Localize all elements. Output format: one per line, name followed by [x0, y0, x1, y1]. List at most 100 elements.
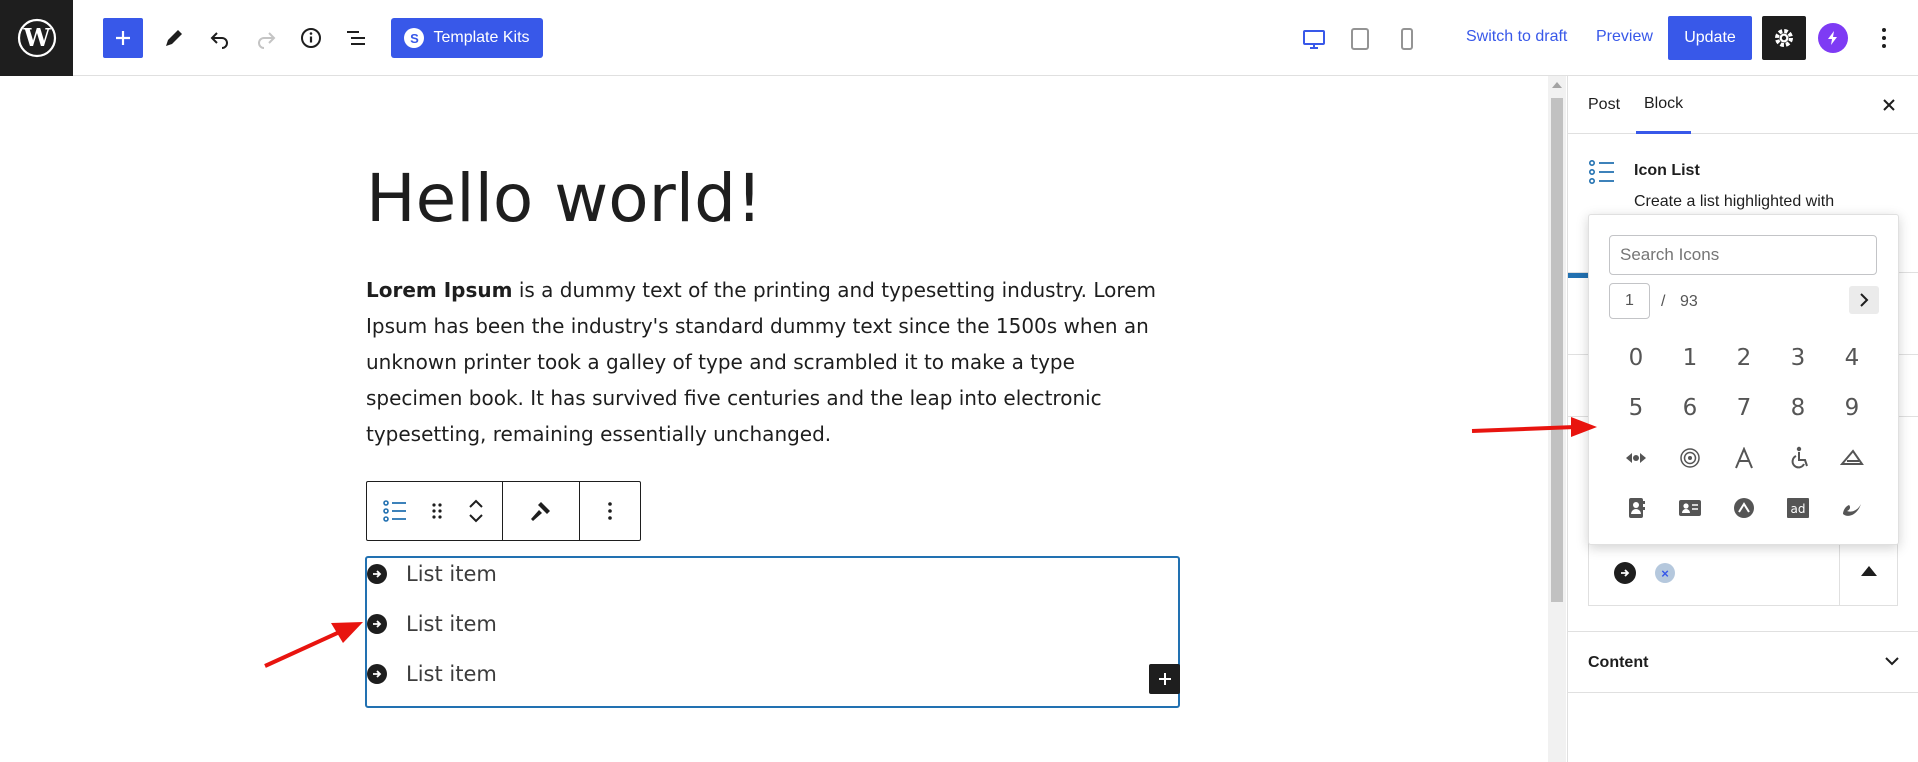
- list-item[interactable]: List item: [367, 612, 497, 636]
- block-style-button[interactable]: [503, 482, 579, 540]
- details-button[interactable]: [297, 24, 325, 52]
- more-vertical-icon: [608, 502, 612, 520]
- total-pages: 93: [1680, 293, 1698, 310]
- block-card-description: Create a list highlighted with: [1634, 193, 1835, 210]
- five-hundred-px-icon[interactable]: [1663, 433, 1717, 483]
- undo-button[interactable]: [206, 24, 234, 52]
- document-overview-button[interactable]: [342, 24, 370, 52]
- mobile-icon: [1401, 28, 1413, 50]
- template-kits-button[interactable]: S Template Kits: [391, 18, 543, 58]
- template-kits-logo-icon: S: [404, 28, 425, 48]
- preview-button[interactable]: Preview: [1596, 28, 1653, 46]
- tab-post[interactable]: Post: [1588, 76, 1620, 134]
- arrow-circle-right-icon: [1614, 562, 1636, 584]
- icon-list-block-icon: [1588, 159, 1614, 184]
- plus-icon: [1158, 673, 1171, 685]
- brush-icon: [531, 502, 550, 521]
- move-up-down-buttons[interactable]: [451, 482, 501, 540]
- accusoft-icon[interactable]: [1825, 433, 1879, 483]
- more-vertical-icon: [1882, 28, 1886, 48]
- arrow-circle-right-icon: [367, 664, 387, 684]
- svg-text:W: W: [22, 23, 51, 52]
- pencil-icon: [166, 30, 182, 46]
- list-item-text: List item: [406, 612, 497, 636]
- selected-icon-field[interactable]: ×: [1588, 536, 1898, 606]
- options-button[interactable]: [1870, 24, 1898, 52]
- block-toolbar: [366, 481, 641, 541]
- icon-option[interactable]: 6: [1663, 383, 1717, 433]
- list-item-text: List item: [406, 662, 497, 686]
- scroll-up-arrow-icon[interactable]: [1552, 82, 1562, 88]
- chevron-down-icon: [1883, 652, 1901, 675]
- block-type-button[interactable]: [367, 482, 423, 540]
- paragraph-text: is a dummy text of the printing and type…: [366, 278, 1156, 446]
- wordpress-logo-button[interactable]: W: [0, 0, 73, 76]
- sidebar-tabs: Post Block: [1568, 76, 1918, 134]
- block-card-icon: [1588, 158, 1616, 191]
- svg-text:ad: ad: [1791, 502, 1806, 516]
- block-card-title: Icon List: [1634, 162, 1700, 179]
- paragraph-bold-text: Lorem Ipsum: [366, 278, 513, 302]
- page-number-input[interactable]: 1: [1609, 283, 1650, 319]
- icon-option[interactable]: 5: [1609, 383, 1663, 433]
- content-panel[interactable]: Content: [1568, 631, 1918, 693]
- tab-block[interactable]: Block: [1636, 76, 1692, 134]
- close-sidebar-button[interactable]: [1877, 93, 1901, 117]
- add-list-item-button[interactable]: [1149, 664, 1180, 694]
- remove-icon-button[interactable]: ×: [1655, 563, 1675, 583]
- caret-up-icon: [1860, 566, 1877, 576]
- search-icons-input[interactable]: [1609, 235, 1877, 275]
- canvas-scrollbar[interactable]: [1548, 76, 1566, 762]
- next-page-button[interactable]: [1849, 286, 1879, 314]
- desktop-icon: [1303, 30, 1325, 49]
- list-item-text: List item: [406, 562, 497, 586]
- adn-icon[interactable]: [1717, 483, 1771, 533]
- scrollbar-thumb[interactable]: [1551, 98, 1563, 602]
- settings-button[interactable]: [1762, 16, 1806, 60]
- address-card-icon[interactable]: [1663, 483, 1717, 533]
- icon-option[interactable]: 4: [1825, 333, 1879, 383]
- gear-icon: [1775, 29, 1793, 47]
- post-title[interactable]: Hello world!: [366, 160, 762, 237]
- edit-tools-button[interactable]: [160, 24, 188, 52]
- mobile-preview-button[interactable]: [1392, 24, 1422, 54]
- drag-handle[interactable]: [423, 482, 451, 540]
- address-book-icon[interactable]: [1609, 483, 1663, 533]
- arrow-circle-right-icon: [367, 564, 387, 584]
- icon-option[interactable]: 7: [1717, 383, 1771, 433]
- icon-option[interactable]: 1: [1663, 333, 1717, 383]
- arrow-circle-right-icon: [367, 614, 387, 634]
- 500px-icon[interactable]: [1609, 433, 1663, 483]
- icon-option[interactable]: 9: [1825, 383, 1879, 433]
- plugin-bolt-button[interactable]: [1818, 23, 1848, 53]
- editor-header: W S Template Kits Switch to draft Previe…: [0, 0, 1918, 76]
- block-options-button[interactable]: [580, 482, 640, 540]
- icon-list-block[interactable]: List item List item List item: [365, 556, 1180, 708]
- list-item[interactable]: List item: [367, 562, 497, 586]
- desktop-preview-button[interactable]: [1299, 24, 1329, 54]
- icon-list-block-icon: [383, 500, 406, 522]
- tablet-preview-button[interactable]: [1345, 24, 1375, 54]
- paragraph-block[interactable]: Lorem Ipsum is a dummy text of the print…: [366, 272, 1166, 452]
- tablet-icon: [1351, 28, 1369, 50]
- info-icon: [301, 28, 321, 48]
- list-item[interactable]: List item: [367, 662, 497, 686]
- undo-icon: [210, 32, 228, 49]
- redo-icon: [258, 32, 276, 49]
- icon-option[interactable]: 0: [1609, 333, 1663, 383]
- accessible-icon[interactable]: [1771, 433, 1825, 483]
- font-a-icon[interactable]: [1717, 433, 1771, 483]
- wordpress-icon: W: [17, 18, 56, 58]
- ad-icon[interactable]: ad: [1771, 483, 1825, 533]
- icon-option[interactable]: 8: [1771, 383, 1825, 433]
- icon-grid: 0 1 2 3 4 5 6 7 8 9 ad: [1609, 333, 1879, 533]
- icon-picker-toggle[interactable]: [1839, 537, 1897, 605]
- redo-button[interactable]: [252, 24, 280, 52]
- icon-option[interactable]: 2: [1717, 333, 1771, 383]
- icon-picker-popover: 1 / 93 0 1 2 3 4 5 6 7 8 9: [1588, 214, 1899, 545]
- icon-option[interactable]: 3: [1771, 333, 1825, 383]
- add-block-button[interactable]: [103, 18, 143, 58]
- switch-to-draft-button[interactable]: Switch to draft: [1466, 28, 1567, 46]
- adversal-icon[interactable]: [1825, 483, 1879, 533]
- update-button[interactable]: Update: [1668, 16, 1752, 60]
